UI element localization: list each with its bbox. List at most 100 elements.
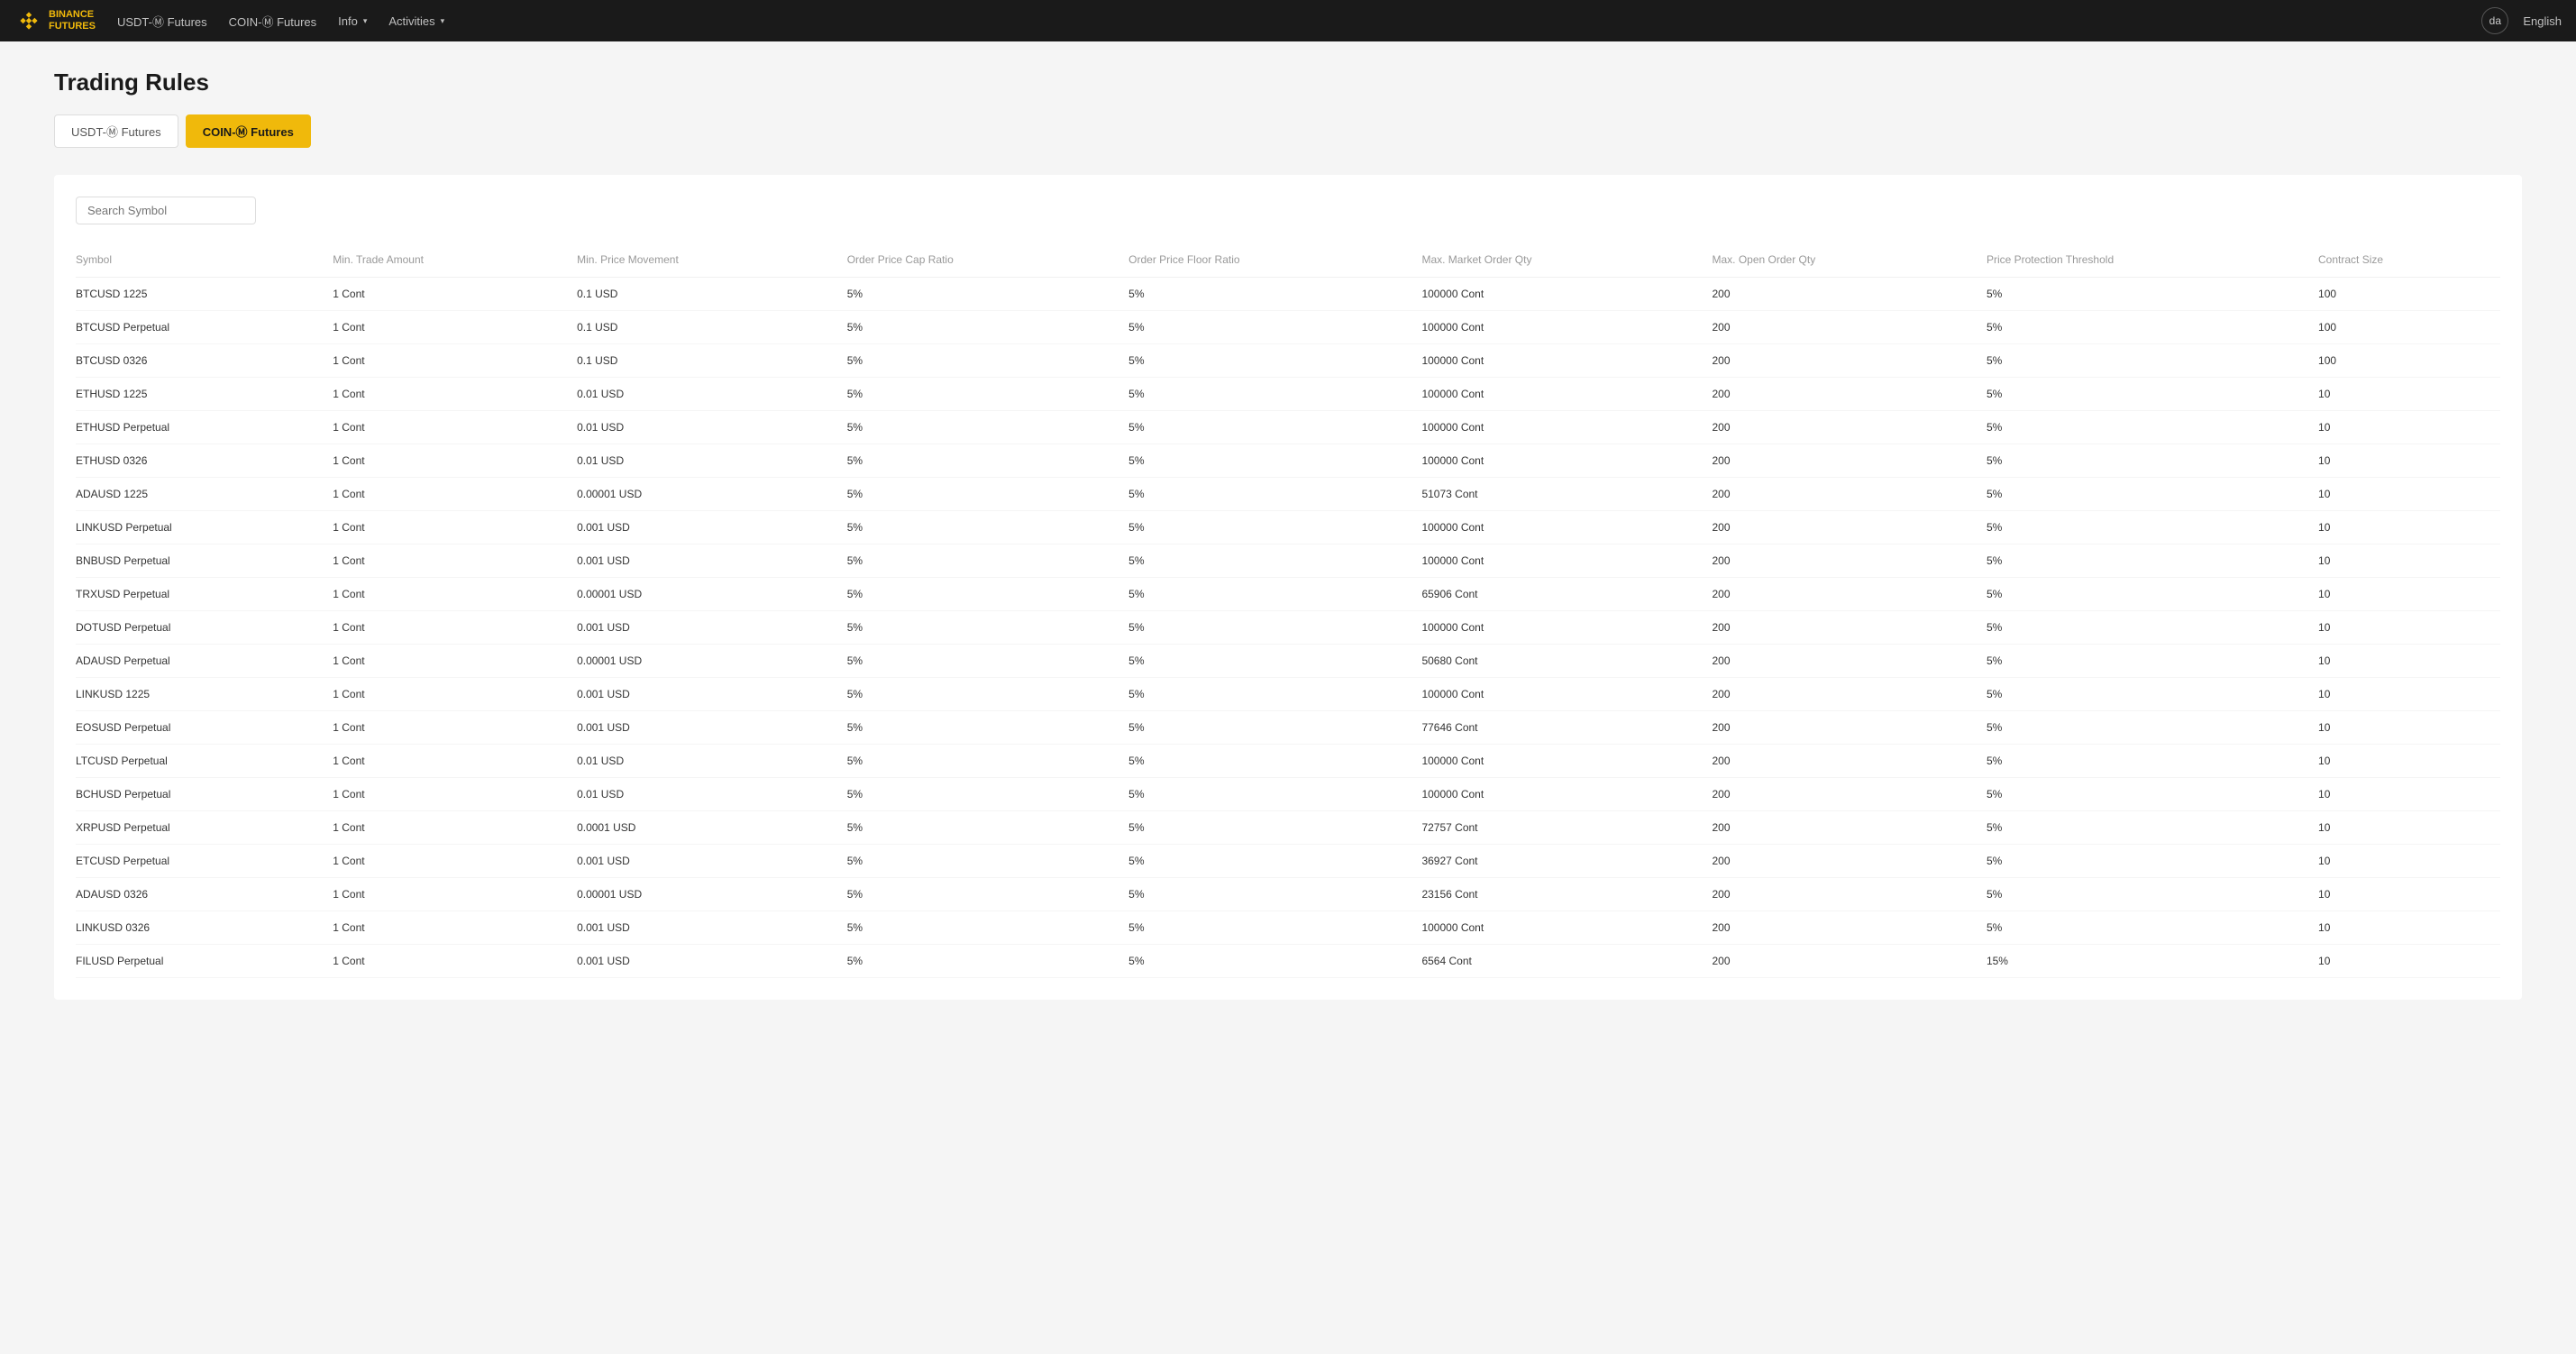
cell-min-price: 0.01 USD	[577, 745, 847, 778]
table-row: ADAUSD Perpetual1 Cont0.00001 USD5%5%506…	[76, 645, 2500, 678]
cell-max-market: 100000 Cont	[1421, 611, 1712, 645]
table-row: BTCUSD 12251 Cont0.1 USD5%5%100000 Cont2…	[76, 278, 2500, 311]
cell-max-market: 100000 Cont	[1421, 311, 1712, 344]
nav-coin-futures[interactable]: COIN-Ⓜ Futures	[229, 13, 317, 30]
table-row: EOSUSD Perpetual1 Cont0.001 USD5%5%77646…	[76, 711, 2500, 745]
nav-activities[interactable]: Activities ▾	[388, 14, 444, 28]
cell-max-open: 200	[1713, 278, 1987, 311]
table-row: ETHUSD 03261 Cont0.01 USD5%5%100000 Cont…	[76, 444, 2500, 478]
cell-symbol: EOSUSD Perpetual	[76, 711, 333, 745]
logo[interactable]: BINANCE FUTURES	[14, 6, 96, 35]
cell-min-trade: 1 Cont	[333, 811, 577, 845]
tab-coin-futures[interactable]: COIN-Ⓜ Futures	[186, 114, 311, 148]
cell-max-market: 100000 Cont	[1421, 278, 1712, 311]
cell-price-floor: 5%	[1128, 945, 1421, 978]
cell-max-market: 23156 Cont	[1421, 878, 1712, 911]
nav-usdt-futures[interactable]: USDT-Ⓜ Futures	[117, 13, 207, 30]
page-container: Trading Rules USDT-Ⓜ Futures COIN-Ⓜ Futu…	[0, 41, 2576, 1027]
cell-contract-size: 10	[2318, 845, 2500, 878]
cell-contract-size: 10	[2318, 511, 2500, 544]
cell-max-open: 200	[1713, 611, 1987, 645]
cell-contract-size: 100	[2318, 344, 2500, 378]
table-row: FILUSD Perpetual1 Cont0.001 USD5%5%6564 …	[76, 945, 2500, 978]
cell-ppt: 5%	[1987, 344, 2318, 378]
cell-contract-size: 10	[2318, 578, 2500, 611]
col-price-cap: Order Price Cap Ratio	[847, 246, 1128, 278]
cell-max-open: 200	[1713, 478, 1987, 511]
cell-price-cap: 5%	[847, 645, 1128, 678]
cell-price-cap: 5%	[847, 478, 1128, 511]
cell-contract-size: 10	[2318, 478, 2500, 511]
cell-contract-size: 100	[2318, 311, 2500, 344]
cell-min-trade: 1 Cont	[333, 311, 577, 344]
cell-ppt: 5%	[1987, 278, 2318, 311]
cell-min-price: 0.01 USD	[577, 378, 847, 411]
search-input[interactable]	[76, 197, 256, 224]
cell-min-price: 0.1 USD	[577, 311, 847, 344]
table-row: DOTUSD Perpetual1 Cont0.001 USD5%5%10000…	[76, 611, 2500, 645]
cell-contract-size: 10	[2318, 911, 2500, 945]
cell-max-open: 200	[1713, 845, 1987, 878]
cell-contract-size: 10	[2318, 945, 2500, 978]
nav-right: da English	[2481, 7, 2562, 34]
cell-symbol: XRPUSD Perpetual	[76, 811, 333, 845]
cell-min-price: 0.001 USD	[577, 511, 847, 544]
tab-usdt-futures[interactable]: USDT-Ⓜ Futures	[54, 114, 178, 148]
cell-ppt: 5%	[1987, 778, 2318, 811]
cell-ppt: 5%	[1987, 678, 2318, 711]
cell-min-trade: 1 Cont	[333, 845, 577, 878]
cell-min-trade: 1 Cont	[333, 411, 577, 444]
nav-info[interactable]: Info ▾	[338, 14, 367, 28]
cell-min-price: 0.001 USD	[577, 911, 847, 945]
cell-price-cap: 5%	[847, 278, 1128, 311]
cell-ppt: 5%	[1987, 645, 2318, 678]
table-row: TRXUSD Perpetual1 Cont0.00001 USD5%5%659…	[76, 578, 2500, 611]
cell-symbol: BNBUSD Perpetual	[76, 544, 333, 578]
cell-price-cap: 5%	[847, 311, 1128, 344]
avatar[interactable]: da	[2481, 7, 2508, 34]
cell-min-trade: 1 Cont	[333, 711, 577, 745]
cell-price-cap: 5%	[847, 678, 1128, 711]
cell-symbol: LINKUSD 0326	[76, 911, 333, 945]
cell-price-cap: 5%	[847, 811, 1128, 845]
language-button[interactable]: English	[2523, 14, 2562, 28]
table-row: LINKUSD 12251 Cont0.001 USD5%5%100000 Co…	[76, 678, 2500, 711]
cell-contract-size: 10	[2318, 378, 2500, 411]
cell-ppt: 5%	[1987, 411, 2318, 444]
cell-max-market: 51073 Cont	[1421, 478, 1712, 511]
cell-min-trade: 1 Cont	[333, 344, 577, 378]
cell-price-floor: 5%	[1128, 778, 1421, 811]
cell-ppt: 5%	[1987, 745, 2318, 778]
cell-price-cap: 5%	[847, 778, 1128, 811]
cell-min-trade: 1 Cont	[333, 378, 577, 411]
cell-min-trade: 1 Cont	[333, 645, 577, 678]
cell-ppt: 5%	[1987, 711, 2318, 745]
cell-contract-size: 10	[2318, 711, 2500, 745]
cell-price-floor: 5%	[1128, 344, 1421, 378]
cell-symbol: LINKUSD 1225	[76, 678, 333, 711]
cell-price-floor: 5%	[1128, 811, 1421, 845]
cell-min-price: 0.0001 USD	[577, 811, 847, 845]
cell-ppt: 5%	[1987, 378, 2318, 411]
table-row: BTCUSD Perpetual1 Cont0.1 USD5%5%100000 …	[76, 311, 2500, 344]
cell-price-cap: 5%	[847, 511, 1128, 544]
cell-price-cap: 5%	[847, 911, 1128, 945]
cell-price-floor: 5%	[1128, 678, 1421, 711]
cell-contract-size: 10	[2318, 778, 2500, 811]
cell-contract-size: 10	[2318, 611, 2500, 645]
cell-min-price: 0.00001 USD	[577, 645, 847, 678]
cell-symbol: TRXUSD Perpetual	[76, 578, 333, 611]
table-row: XRPUSD Perpetual1 Cont0.0001 USD5%5%7275…	[76, 811, 2500, 845]
cell-price-floor: 5%	[1128, 645, 1421, 678]
cell-min-trade: 1 Cont	[333, 678, 577, 711]
cell-symbol: ETHUSD 0326	[76, 444, 333, 478]
cell-contract-size: 10	[2318, 878, 2500, 911]
cell-price-floor: 5%	[1128, 911, 1421, 945]
cell-min-trade: 1 Cont	[333, 444, 577, 478]
cell-ppt: 5%	[1987, 478, 2318, 511]
cell-max-open: 200	[1713, 411, 1987, 444]
table-body: BTCUSD 12251 Cont0.1 USD5%5%100000 Cont2…	[76, 278, 2500, 978]
cell-max-market: 100000 Cont	[1421, 411, 1712, 444]
cell-max-market: 100000 Cont	[1421, 444, 1712, 478]
cell-max-open: 200	[1713, 578, 1987, 611]
